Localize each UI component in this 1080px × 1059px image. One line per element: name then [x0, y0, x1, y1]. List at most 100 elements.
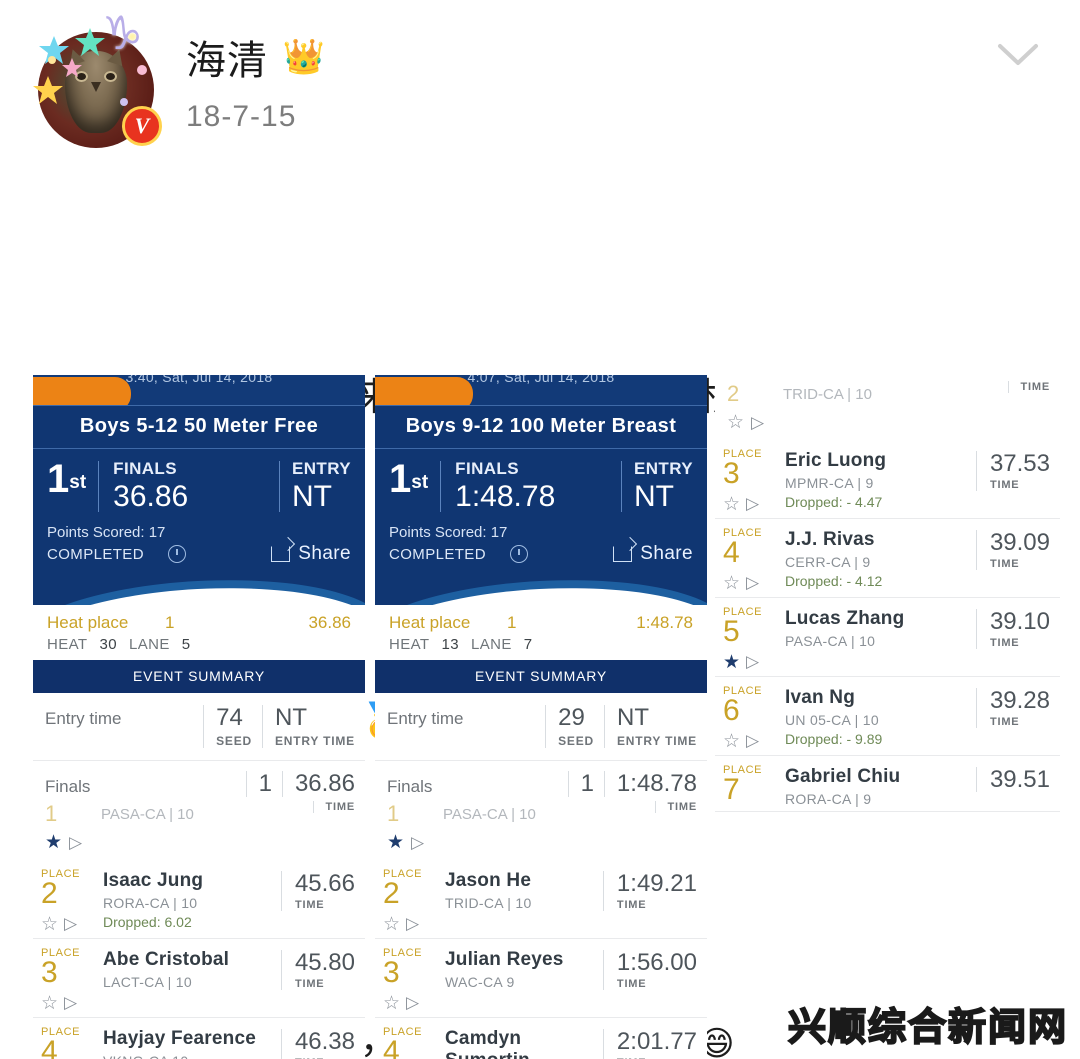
- second-place-time-cell: TIME: [1007, 381, 1050, 393]
- author-block: 海清 👑 18-7-15: [186, 28, 325, 134]
- finals-block: FINALS 1:48.78: [455, 459, 555, 514]
- finals-row-place-cell: 1: [245, 771, 272, 797]
- card-timestamp-bar: 4:07, Sat, Jul 14, 2018: [375, 375, 707, 405]
- result-card-1[interactable]: 3:40, Sat, Jul 14, 2018 Boys 5-12 50 Met…: [33, 375, 365, 1059]
- time-label: TIME: [325, 801, 355, 813]
- place-number: 2: [41, 877, 58, 910]
- flag-icon[interactable]: ▷: [411, 834, 424, 851]
- star-filled-icon[interactable]: ★: [387, 833, 404, 852]
- table-row[interactable]: PLACE 4 ☆▷ Hayjay Fearence VKNG-CA 10 Dr…: [33, 1018, 365, 1059]
- table-row[interactable]: PLACE 5 ★ ▷ Lucas Zhang PASA-CA | 10 39.1…: [715, 598, 1060, 677]
- swimmer-team: RORA-CA | 9: [785, 791, 872, 807]
- swimmer-name: Lucas Zhang: [785, 608, 905, 629]
- result-time: 39.10: [989, 608, 1050, 635]
- entry-time-row-label: Entry time: [387, 709, 464, 728]
- username[interactable]: 海清: [186, 28, 268, 86]
- result-time: 39.09: [989, 529, 1050, 556]
- flag-icon[interactable]: ▷: [746, 732, 759, 751]
- share-button[interactable]: Share: [613, 543, 693, 565]
- flag-icon[interactable]: ▷: [64, 994, 77, 1013]
- event-title: Boys 5-12 50 Meter Free: [33, 405, 365, 449]
- flag-icon[interactable]: ▷: [69, 834, 82, 851]
- heat-place-value: 1: [165, 613, 175, 632]
- place-rank-suffix: st: [69, 472, 87, 493]
- star-filled-icon[interactable]: ★: [45, 833, 62, 852]
- flag-icon[interactable]: ▷: [406, 994, 419, 1013]
- first-place-flags[interactable]: ★ ▷: [33, 833, 365, 860]
- table-row[interactable]: PLACE 3 ☆ ▷ Eric Luong MPMR-CA | 9 Droppe…: [715, 440, 1060, 519]
- star-outline-icon[interactable]: ☆: [383, 915, 400, 934]
- swimmer-team: TRID-CA | 10: [445, 895, 532, 911]
- table-row[interactable]: PLACE 7 Gabriel Chiu RORA-CA | 9 39.51: [715, 756, 1060, 812]
- seed-cell: 74 SEED: [203, 705, 252, 748]
- flag-icon[interactable]: ▷: [746, 574, 759, 593]
- place-number: 4: [383, 1035, 400, 1059]
- result-card-2[interactable]: 4:07, Sat, Jul 14, 2018 Boys 9-12 100 Me…: [375, 375, 707, 1059]
- meet-card-header: 4:07, Sat, Jul 14, 2018 Boys 9-12 100 Me…: [375, 375, 707, 605]
- swimmer-name: Ivan Ng: [785, 687, 856, 708]
- place-list-3: PLACE 3 ☆ ▷ Eric Luong MPMR-CA | 9 Droppe…: [715, 440, 1060, 812]
- flag-icon[interactable]: ▷: [64, 915, 77, 934]
- table-row[interactable]: PLACE 2 ☆ ▷ Isaac Jung RORA-CA | 10 Dropp…: [33, 860, 365, 939]
- seed-value: 74: [216, 704, 243, 731]
- points-scored: Points Scored: 17: [389, 524, 508, 541]
- heat-place-value: 1: [507, 613, 517, 632]
- swimmer-name: Gabriel Chiu: [785, 766, 901, 787]
- table-row[interactable]: PLACE 4 ☆ ▷ J.J. Rivas CERR-CA | 9 Droppe…: [715, 519, 1060, 598]
- star-outline-icon[interactable]: ☆: [723, 574, 740, 593]
- finals-row-label: Finals: [387, 777, 433, 796]
- time-label: TIME: [294, 978, 325, 990]
- place-rank-number: 1: [389, 457, 412, 501]
- star-outline-icon[interactable]: ☆: [383, 994, 400, 1013]
- result-time: 46.38: [294, 1028, 355, 1055]
- seed-cell: 29 SEED: [545, 705, 594, 748]
- place-number: 7: [723, 773, 740, 806]
- entry-time-value: NT: [274, 704, 307, 731]
- place-number: 3: [41, 956, 58, 989]
- flag-icon[interactable]: ▷: [746, 653, 759, 672]
- time-label: TIME: [1020, 381, 1050, 393]
- entry-time-row: Entry time 74 SEED NT ENTRY TIME: [33, 693, 365, 761]
- table-row[interactable]: PLACE 3 ☆ ▷ Julian Reyes WAC-CA 9 1:56.00…: [375, 939, 707, 1018]
- entry-time: NT: [634, 480, 674, 513]
- lane-value: 5: [181, 636, 191, 653]
- result-time: 39.28: [989, 687, 1050, 714]
- swimmer-name: Julian Reyes: [445, 949, 564, 970]
- share-label: Share: [640, 543, 693, 564]
- time-label: TIME: [294, 899, 325, 911]
- card-body: 1st FINALS 1:48.78 ENTRY NT Points Score…: [375, 449, 707, 579]
- first-place-flags[interactable]: ★ ▷: [375, 833, 707, 860]
- flag-icon[interactable]: ▷: [746, 495, 759, 514]
- flag-icon[interactable]: ▷: [406, 915, 419, 934]
- star-filled-icon[interactable]: ★: [723, 653, 740, 672]
- place-list-1: PLACE 2 ☆ ▷ Isaac Jung RORA-CA | 10 Dropp…: [33, 860, 365, 1059]
- meet-card-header: 3:40, Sat, Jul 14, 2018 Boys 5-12 50 Met…: [33, 375, 365, 605]
- star-outline-icon[interactable]: ☆: [727, 413, 744, 432]
- star-outline-icon[interactable]: ☆: [41, 994, 58, 1013]
- time-label: TIME: [616, 899, 647, 911]
- table-row[interactable]: PLACE 3 ☆ ▷ Abe Cristobal LACT-CA | 10 45…: [33, 939, 365, 1018]
- swimmer-name: Eric Luong: [785, 450, 887, 471]
- table-row[interactable]: PLACE 2 ☆ ▷ Jason He TRID-CA | 10 1:49.21…: [375, 860, 707, 939]
- avatar[interactable]: ♑ V: [28, 10, 164, 150]
- card-timestamp: 3:40, Sat, Jul 14, 2018: [125, 375, 273, 385]
- finals-summary-row: Finals 1 36.86: [33, 761, 365, 801]
- weibo-post-page: ♑ V 海清 👑 18-7-15 一大早从美国传来喜讯，蛋妞参加洛杉矶游泳大赛 …: [0, 0, 1080, 1059]
- heat-value: 13: [441, 636, 459, 653]
- place-number: 4: [41, 1035, 58, 1059]
- result-card-3[interactable]: 2 TRID-CA | 10 TIME ☆ ▷ PLACE 3 ☆ ▷ Eric…: [715, 375, 1060, 812]
- star-outline-icon[interactable]: ☆: [41, 915, 58, 934]
- second-place-flags[interactable]: ☆ ▷: [715, 413, 1060, 440]
- star-outline-icon[interactable]: ☆: [723, 495, 740, 514]
- chevron-down-icon[interactable]: [990, 26, 1046, 82]
- share-button[interactable]: Share: [271, 543, 351, 565]
- star-outline-icon[interactable]: ☆: [723, 732, 740, 751]
- wave-divider: [375, 579, 707, 605]
- table-row[interactable]: PLACE 6 ☆ ▷ Ivan Ng UN 05-CA | 10 Dropped…: [715, 677, 1060, 756]
- clock-icon: [509, 545, 528, 563]
- table-row[interactable]: PLACE 4 ☆▷ Camdyn Sumortin VKNG-CA | 10 …: [375, 1018, 707, 1059]
- flag-icon[interactable]: ▷: [751, 414, 764, 431]
- swimmer-name: Isaac Jung: [103, 870, 204, 891]
- place-number: 4: [723, 536, 740, 569]
- swim-results-screenshots: 3:40, Sat, Jul 14, 2018 Boys 5-12 50 Met…: [0, 375, 1080, 1059]
